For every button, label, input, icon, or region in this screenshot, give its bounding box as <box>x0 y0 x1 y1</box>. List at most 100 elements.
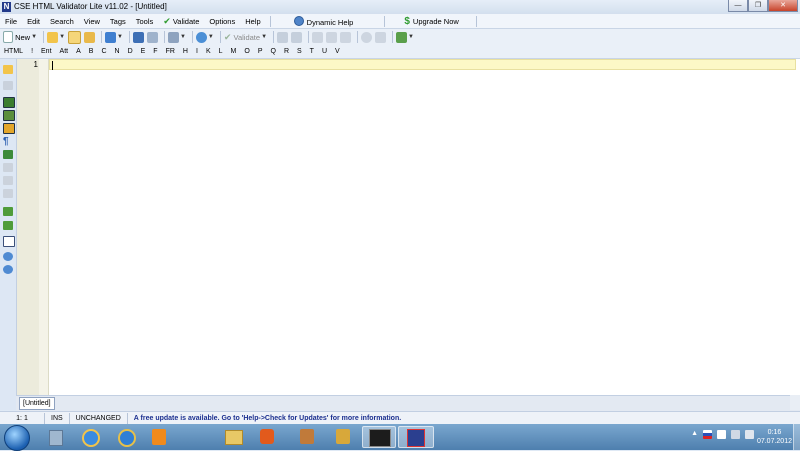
spell-check-button[interactable]: ▼ <box>396 30 414 44</box>
taskbar-odnoklassniki[interactable] <box>144 426 174 448</box>
reload-button[interactable]: ▼ <box>105 30 123 44</box>
menu-help[interactable]: Help <box>240 17 265 26</box>
align-icon[interactable] <box>3 150 13 159</box>
toolbar-separator <box>219 31 221 43</box>
tag-comment[interactable]: ! <box>27 48 37 55</box>
indent-icon[interactable] <box>3 163 13 172</box>
replace-button[interactable] <box>375 30 387 44</box>
update-message[interactable]: A free update is available. Go to 'Help-… <box>128 413 407 424</box>
menu-search[interactable]: Search <box>45 17 79 26</box>
show-desktop-button[interactable] <box>793 424 800 450</box>
paste-button[interactable] <box>340 30 352 44</box>
paragraph-icon[interactable]: ¶ <box>3 137 13 147</box>
find-button[interactable] <box>361 30 373 44</box>
menu-validate[interactable]: ✔ Validate <box>158 16 204 27</box>
tag-h[interactable]: H <box>179 48 192 55</box>
arrow-up-icon[interactable] <box>3 252 13 261</box>
taskbar-ie-2[interactable] <box>110 426 140 448</box>
validate-button[interactable]: ✔ Validate ▼ <box>224 30 267 44</box>
open-button[interactable]: ▼ <box>47 30 65 44</box>
document-state: UNCHANGED <box>70 413 128 424</box>
tag-html[interactable]: HTML <box>0 48 27 55</box>
tag-b[interactable]: B <box>85 48 98 55</box>
tag-u[interactable]: U <box>318 48 331 55</box>
taskbar: ▲ 0:16 07.07.2012 <box>0 424 800 451</box>
tag-attribute[interactable]: Att <box>56 48 73 55</box>
tab-untitled[interactable]: [Untitled] <box>19 397 55 410</box>
tag-r[interactable]: R <box>280 48 293 55</box>
volume-icon[interactable] <box>745 430 754 439</box>
undo-button[interactable] <box>277 30 289 44</box>
cut-button[interactable] <box>312 30 324 44</box>
language-flag-icon[interactable] <box>703 430 712 439</box>
tag-l[interactable]: L <box>215 48 227 55</box>
browser-button[interactable]: ▼ <box>195 30 214 44</box>
tag-f[interactable]: F <box>149 48 161 55</box>
close-button[interactable]: ✕ <box>768 0 798 12</box>
start-button[interactable] <box>4 425 30 451</box>
redo-button[interactable] <box>291 30 303 44</box>
arrow-down-icon[interactable] <box>3 265 13 274</box>
folder-icon[interactable] <box>3 65 13 74</box>
taskbar-network[interactable] <box>292 426 322 448</box>
clock[interactable]: 0:16 07.07.2012 <box>757 428 792 446</box>
tag-t[interactable]: T <box>306 48 318 55</box>
save-all-button[interactable] <box>146 30 158 44</box>
taskbar-game[interactable] <box>362 426 396 448</box>
taskbar-ie[interactable] <box>74 426 104 448</box>
action-center-icon[interactable] <box>717 430 726 439</box>
tag-s[interactable]: S <box>293 48 306 55</box>
outdent-icon[interactable] <box>3 176 13 185</box>
upgrade-now-button[interactable]: $ Upgrade Now <box>399 16 463 27</box>
library-icon[interactable] <box>3 81 13 90</box>
taskbar-media-player[interactable] <box>252 426 282 448</box>
open-recent-button[interactable] <box>84 30 96 44</box>
tag-d[interactable]: D <box>124 48 137 55</box>
tag-entity[interactable]: Ent <box>37 48 56 55</box>
menu-view[interactable]: View <box>79 17 105 26</box>
tag-k[interactable]: K <box>202 48 215 55</box>
menu-edit[interactable]: Edit <box>22 17 45 26</box>
tag-e[interactable]: E <box>137 48 150 55</box>
taskbar-explorer[interactable] <box>40 426 70 448</box>
menu-tools[interactable]: Tools <box>131 17 159 26</box>
format-alt-icon[interactable] <box>3 221 13 230</box>
new-button[interactable]: New ▼ <box>3 30 37 44</box>
tag-a[interactable]: A <box>72 48 85 55</box>
taskbar-tools[interactable] <box>328 426 358 448</box>
tag-q[interactable]: Q <box>266 48 279 55</box>
show-hidden-icons-icon[interactable]: ▲ <box>691 430 698 439</box>
help-globe-icon <box>293 15 304 26</box>
tag-n[interactable]: N <box>111 48 124 55</box>
app-icon[interactable]: N <box>2 2 11 12</box>
check-icon[interactable] <box>3 189 13 198</box>
fullscreen-icon[interactable] <box>3 236 15 247</box>
tag-c[interactable]: C <box>97 48 110 55</box>
outline-icon[interactable] <box>3 110 15 121</box>
menu-options[interactable]: Options <box>204 17 240 26</box>
list-icon[interactable] <box>3 97 15 108</box>
taskbar-html-validator[interactable] <box>398 426 434 448</box>
taskbar-folder[interactable] <box>218 426 248 448</box>
save-button[interactable] <box>132 30 144 44</box>
tag-fr[interactable]: FR <box>162 48 179 55</box>
tag-i[interactable]: I <box>192 48 202 55</box>
format-icon[interactable] <box>3 207 13 216</box>
copy-button[interactable] <box>326 30 338 44</box>
tag-o[interactable]: O <box>240 48 253 55</box>
code-editor[interactable] <box>49 59 800 395</box>
game-icon <box>369 429 391 447</box>
tag-p[interactable]: P <box>254 48 267 55</box>
print-button[interactable]: ▼ <box>167 30 186 44</box>
menu-tags[interactable]: Tags <box>105 17 131 26</box>
chevron-down-icon: ▼ <box>408 34 414 40</box>
bookmark-icon[interactable] <box>3 123 15 134</box>
tag-v[interactable]: V <box>331 48 344 55</box>
minimize-button[interactable]: — <box>728 0 748 12</box>
maximize-button[interactable]: ❐ <box>748 0 768 12</box>
open-file-button[interactable] <box>68 30 82 44</box>
dynamic-help-button[interactable]: Dynamic Help <box>289 15 359 27</box>
tag-m[interactable]: M <box>227 48 241 55</box>
network-tray-icon[interactable] <box>731 430 740 439</box>
menu-file[interactable]: File <box>0 17 22 26</box>
